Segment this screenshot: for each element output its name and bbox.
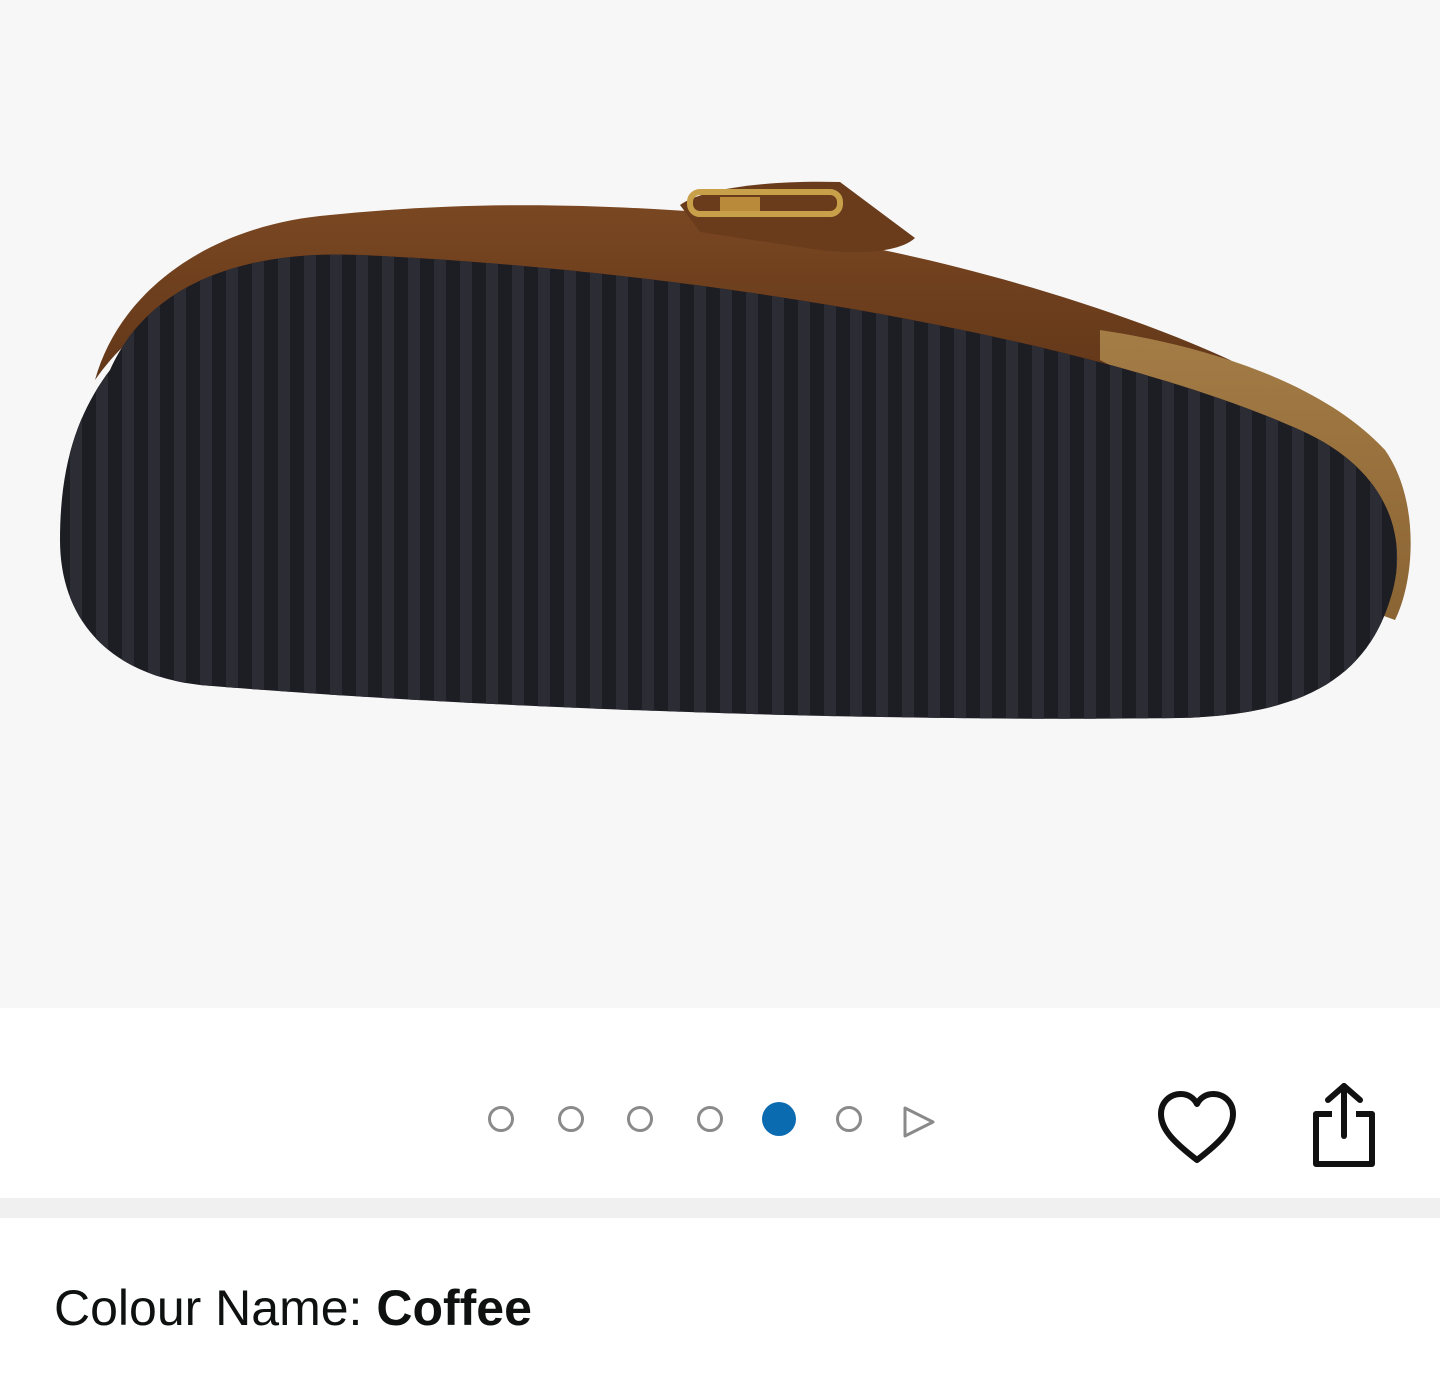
tread-rib [538,254,550,719]
tread-rib [1266,254,1278,719]
tread-rib [278,254,290,719]
tread-rib [590,254,602,719]
tread-rib [304,254,316,719]
tread-rib [70,254,82,719]
heart-icon[interactable] [1155,1088,1239,1172]
tread-rib [1318,254,1330,719]
tread-rib [1240,254,1252,719]
tread-rib [460,254,472,719]
product-image[interactable] [0,0,1440,1008]
carousel-dot-4[interactable] [696,1106,723,1132]
tread-rib [564,254,576,719]
tread-rib [616,254,628,719]
tread-rib [642,254,654,719]
tread-rib [1084,254,1096,719]
share-icon[interactable] [1306,1080,1382,1170]
tread-rib [382,254,394,719]
tread-rib [1214,254,1226,719]
tread-rib [512,254,524,719]
tread-rib [1110,254,1122,719]
section-divider [0,1198,1440,1218]
tread-rib [226,254,238,719]
tread-rib [668,254,680,719]
tread-rib [330,254,342,719]
tread-rib [408,254,420,719]
colour-name-value: Coffee [376,1280,532,1336]
colour-name-label: Colour Name: [54,1280,363,1336]
tread-rib [434,254,446,719]
tread-rib [1032,254,1044,719]
tread-rib [486,254,498,719]
tread-rib [200,254,212,719]
colour-name-row: Colour Name: Coffee [54,1280,532,1336]
tread-rib [1058,254,1070,719]
tread-rib [122,254,134,719]
tread-rib [96,254,108,719]
tread-rib [252,254,264,719]
carousel-dot-2[interactable] [557,1106,584,1132]
tread-rib [1136,254,1148,719]
carousel-dot-6[interactable] [835,1106,862,1132]
carousel-dot-1[interactable] [488,1106,514,1132]
tread-rib [1188,254,1200,719]
tread-rib [1292,254,1304,719]
sandal-outsole-image [60,181,1411,719]
carousel-dot-5[interactable] [762,1102,796,1136]
next-arrow-icon[interactable] [899,1104,939,1140]
tread-rib [1162,254,1174,719]
tread-rib [1344,254,1356,719]
tread-rib [356,254,368,719]
carousel-dot-3[interactable] [627,1106,653,1132]
image-controls-bar [0,1008,1440,1198]
